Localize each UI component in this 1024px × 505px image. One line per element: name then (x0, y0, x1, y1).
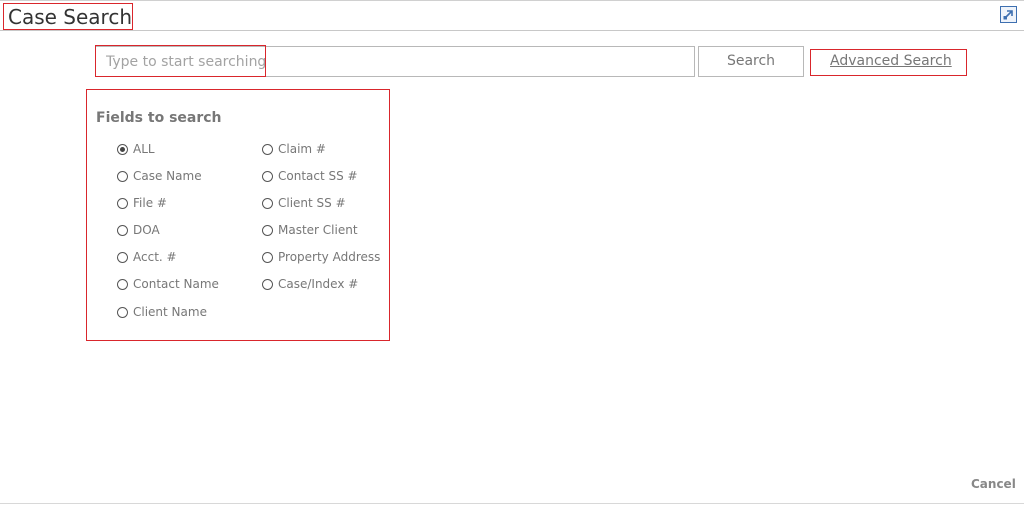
search-input[interactable] (95, 46, 695, 77)
radio-button[interactable] (117, 170, 128, 182)
radio-label: Claim # (278, 142, 326, 156)
top-border (0, 0, 1024, 1)
radio-client-name[interactable]: Client Name (117, 305, 207, 319)
search-button[interactable]: Search (698, 46, 804, 77)
radio-property-address[interactable]: Property Address (262, 250, 380, 264)
radio-button[interactable] (117, 306, 128, 318)
radio-button[interactable] (117, 251, 128, 263)
radio-button[interactable] (117, 197, 128, 209)
radio-label: DOA (133, 223, 160, 237)
radio-button[interactable] (262, 251, 273, 263)
radio-label: Contact SS # (278, 169, 358, 183)
radio-all[interactable]: ALL (117, 142, 155, 156)
fields-to-search-title: Fields to search (96, 110, 222, 126)
radio-button[interactable] (262, 143, 273, 155)
radio-claim-number[interactable]: Claim # (262, 142, 326, 156)
radio-label: File # (133, 196, 167, 210)
radio-button[interactable] (262, 197, 273, 209)
radio-button[interactable] (262, 224, 273, 236)
radio-label: Client Name (133, 305, 207, 319)
radio-case-name[interactable]: Case Name (117, 169, 202, 183)
radio-client-ss[interactable]: Client SS # (262, 196, 346, 210)
radio-label: Master Client (278, 223, 358, 237)
radio-button[interactable] (262, 170, 273, 182)
radio-master-client[interactable]: Master Client (262, 223, 358, 237)
radio-button[interactable] (117, 143, 128, 155)
radio-label: Acct. # (133, 250, 177, 264)
radio-label: Client SS # (278, 196, 346, 210)
radio-label: Contact Name (133, 277, 219, 291)
radio-doa[interactable]: DOA (117, 223, 160, 237)
radio-contact-ss[interactable]: Contact SS # (262, 169, 358, 183)
radio-button[interactable] (117, 278, 128, 290)
cancel-button[interactable]: Cancel (971, 477, 1016, 491)
expand-button[interactable] (1000, 6, 1017, 23)
radio-case-index[interactable]: Case/Index # (262, 277, 358, 291)
radio-button[interactable] (117, 224, 128, 236)
radio-acct-number[interactable]: Acct. # (117, 250, 177, 264)
dialog-title: Case Search (8, 5, 133, 29)
radio-label: Case Name (133, 169, 202, 183)
fields-to-search-panel (86, 89, 390, 341)
radio-file-number[interactable]: File # (117, 196, 167, 210)
radio-label: Case/Index # (278, 277, 359, 291)
radio-contact-name[interactable]: Contact Name (117, 277, 219, 291)
radio-label: ALL (133, 142, 155, 156)
radio-label: Property Address (278, 250, 381, 264)
radio-button[interactable] (262, 278, 273, 290)
bottom-border (0, 503, 1024, 504)
title-divider (0, 30, 1024, 31)
expand-icon (1003, 10, 1013, 20)
advanced-search-link[interactable]: Advanced Search (830, 53, 952, 69)
